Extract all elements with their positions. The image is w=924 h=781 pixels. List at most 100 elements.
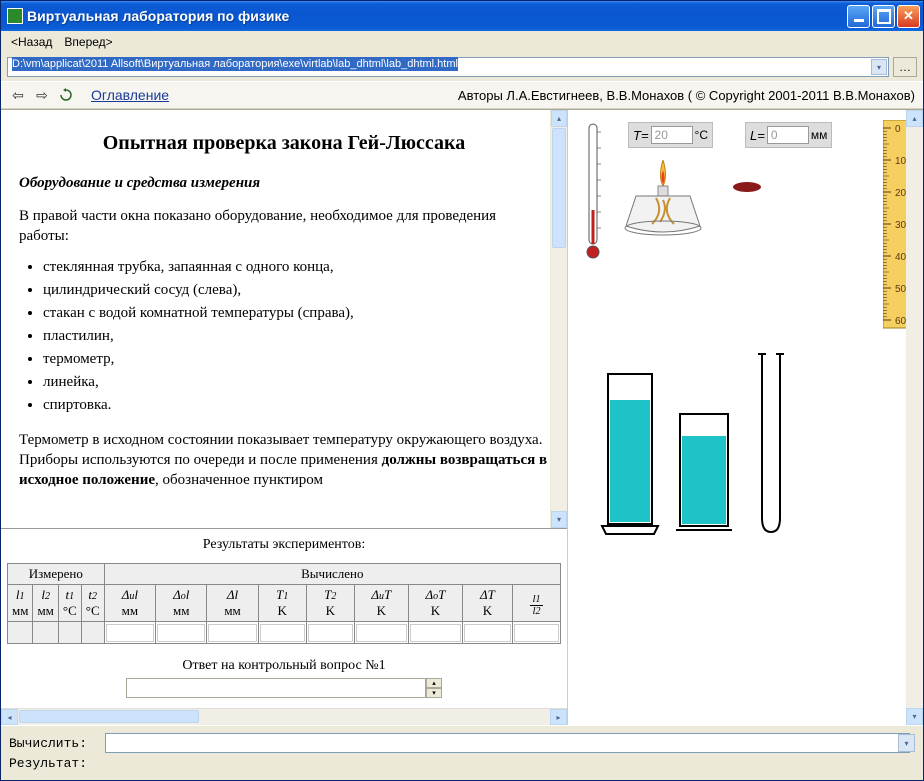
table-col-header: t2°C — [81, 585, 104, 622]
table-col-header: ΔTK — [462, 585, 512, 622]
svg-text:20: 20 — [895, 188, 907, 199]
calc-input[interactable] — [105, 733, 910, 753]
svg-text:10: 10 — [895, 156, 907, 167]
address-bar: D:\vm\applicat\2011 Allsoft\Виртуальная … — [1, 53, 923, 81]
forward-arrow-icon[interactable]: ⇨ — [33, 86, 51, 104]
table-cell[interactable] — [408, 622, 462, 644]
address-input[interactable]: D:\vm\applicat\2011 Allsoft\Виртуальная … — [7, 57, 889, 77]
table-cell[interactable] — [104, 622, 155, 644]
col-group-measured: Измерено — [8, 564, 105, 585]
table-cell[interactable] — [306, 622, 354, 644]
hscroll-thumb[interactable] — [19, 710, 199, 723]
table-cell[interactable] — [156, 622, 207, 644]
table-col-header: l1мм — [8, 585, 33, 622]
titlebar: Виртуальная лаборатория по физике — [1, 1, 923, 31]
scroll-right-icon[interactable]: ▸ — [550, 709, 567, 725]
menu-forward[interactable]: Вперед> — [58, 33, 118, 51]
table-input[interactable] — [260, 624, 305, 642]
scroll-up-icon[interactable]: ▴ — [906, 110, 923, 127]
table-col-header: t1°C — [58, 585, 81, 622]
scroll-down-icon[interactable]: ▾ — [906, 708, 923, 725]
window-title: Виртуальная лаборатория по физике — [27, 8, 847, 24]
svg-text:50: 50 — [895, 284, 907, 295]
table-cell[interactable] — [354, 622, 408, 644]
equipment-heading: Оборудование и средства измерения — [19, 175, 549, 192]
table-input[interactable] — [308, 624, 353, 642]
bottom-panel: Вычислить: ▾ Результат: — [1, 725, 923, 780]
scroll-up-icon[interactable]: ▴ — [551, 110, 567, 127]
temperature-value[interactable] — [651, 126, 693, 144]
left-scrollbar[interactable]: ▴ ▾ — [550, 110, 567, 528]
table-input[interactable] — [464, 624, 511, 642]
table-input[interactable] — [514, 624, 559, 642]
list-item: линейка, — [43, 372, 549, 393]
nav-toolbar: ⇦ ⇨ Оглавление Авторы Л.А.Евстигнеев, В.… — [1, 81, 923, 109]
table-col-header: Δоlмм — [156, 585, 207, 622]
table-col-header: T2K — [306, 585, 354, 622]
table-col-header: l2мм — [33, 585, 58, 622]
scroll-left-icon[interactable]: ◂ — [1, 709, 18, 725]
right-scrollbar[interactable]: ▴ ▾ — [906, 110, 923, 725]
list-item: стеклянная трубка, запаянная с одного ко… — [43, 257, 549, 278]
menu-back[interactable]: <Назад — [5, 33, 58, 51]
equipment-list: стеклянная трубка, запаянная с одного ко… — [43, 257, 549, 416]
table-input[interactable] — [410, 624, 461, 642]
paragraph: Термометр в исходном состоянии показывае… — [19, 430, 549, 491]
list-item: термометр, — [43, 349, 549, 370]
calc-label: Вычислить: — [9, 736, 99, 751]
burner-icon[interactable] — [618, 152, 708, 252]
table-input[interactable] — [356, 624, 407, 642]
svg-text:0: 0 — [895, 124, 901, 135]
list-item: спиртовка. — [43, 395, 549, 416]
refresh-icon[interactable] — [57, 86, 75, 104]
authors-text: Авторы Л.А.Евстигнеев, В.В.Монахов ( © C… — [458, 88, 915, 103]
app-window: Виртуальная лаборатория по физике <Назад… — [0, 0, 924, 781]
table-input[interactable] — [208, 624, 256, 642]
control-answer-input[interactable] — [126, 678, 426, 698]
temperature-readout: T= °C — [628, 122, 713, 148]
answer-spinner[interactable]: ▴▾ — [426, 678, 442, 698]
list-item: стакан с водой комнатной температуры (сп… — [43, 303, 549, 324]
table-input[interactable] — [157, 624, 205, 642]
address-dropdown-icon[interactable]: ▾ — [871, 59, 887, 75]
intro-text: В правой части окна показано оборудовани… — [19, 206, 549, 247]
svg-text:60: 60 — [895, 316, 907, 327]
table-cell[interactable] — [462, 622, 512, 644]
results-section: Результаты экспериментов: Измерено Вычис… — [1, 528, 567, 708]
back-arrow-icon[interactable]: ⇦ — [9, 86, 27, 104]
content-area: Опытная проверка закона Гей-Люссака Обор… — [1, 109, 923, 725]
thermometer-icon[interactable] — [582, 120, 604, 270]
table-cell — [33, 622, 58, 644]
table-cell[interactable] — [258, 622, 306, 644]
table-col-header: Δиlмм — [104, 585, 155, 622]
table-col-header: l1l2 — [513, 585, 561, 622]
left-hscrollbar[interactable]: ◂ ▸ — [1, 708, 567, 725]
minimize-button[interactable] — [847, 5, 870, 28]
table-cell — [81, 622, 104, 644]
length-value[interactable] — [767, 126, 809, 144]
col-group-calculated: Вычислено — [104, 564, 560, 585]
maximize-button[interactable] — [872, 5, 895, 28]
go-button[interactable]: … — [893, 57, 917, 77]
table-cell[interactable] — [207, 622, 258, 644]
short-glass-icon[interactable] — [674, 410, 734, 536]
table-cell — [58, 622, 81, 644]
list-item: цилиндрический сосуд (слева), — [43, 280, 549, 301]
table-col-header: ΔоTK — [408, 585, 462, 622]
length-readout: L= мм — [745, 122, 832, 148]
test-tube-icon[interactable] — [754, 350, 788, 540]
table-col-header: ΔиTK — [354, 585, 408, 622]
document-view: Опытная проверка закона Гей-Люссака Обор… — [1, 110, 567, 528]
scroll-down-icon[interactable]: ▾ — [551, 511, 567, 528]
scroll-thumb[interactable] — [552, 128, 566, 248]
calc-dropdown-icon[interactable]: ▾ — [898, 734, 915, 752]
tall-cylinder-icon[interactable] — [598, 370, 662, 540]
table-col-header: T1K — [258, 585, 306, 622]
table-cell[interactable] — [513, 622, 561, 644]
plasticine-icon[interactable] — [733, 182, 761, 192]
table-input[interactable] — [106, 624, 154, 642]
list-item: пластилин, — [43, 326, 549, 347]
close-button[interactable] — [897, 5, 920, 28]
toc-link[interactable]: Оглавление — [91, 87, 169, 103]
menubar: <Назад Вперед> — [1, 31, 923, 53]
